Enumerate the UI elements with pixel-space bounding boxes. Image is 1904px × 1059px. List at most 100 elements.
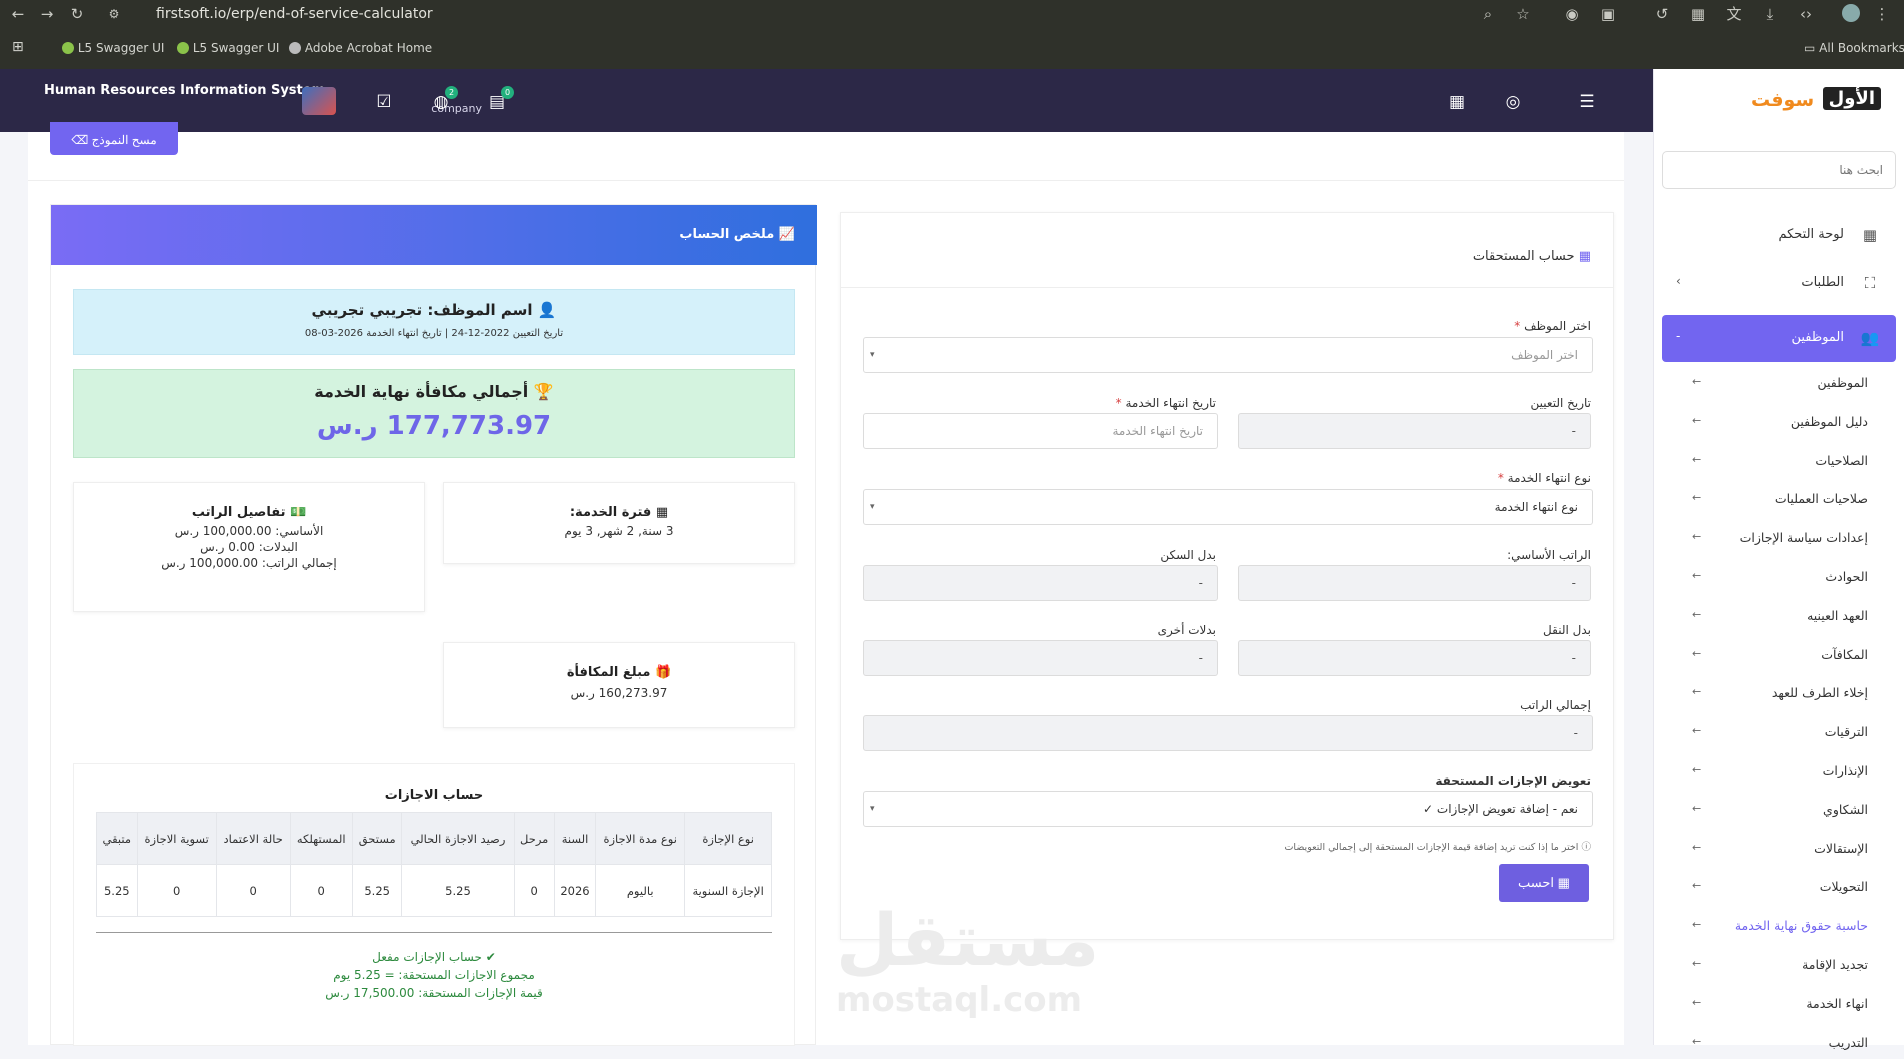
- service-period-title: ▦ فترة الخدمة:: [444, 505, 794, 520]
- service-period-title-text: فترة الخدمة:: [569, 505, 652, 520]
- submenu-item[interactable]: دليل الموظفين ←: [1662, 408, 1896, 438]
- submenu-item[interactable]: صلاحيات العمليات ←: [1662, 485, 1896, 515]
- employee-name-text: اسم الموظف: تجريبي تجريبي: [311, 301, 533, 319]
- chart-icon: 📈: [778, 227, 795, 242]
- submenu-item[interactable]: الترقيات ←: [1662, 718, 1896, 748]
- menu-dots-icon[interactable]: ⋮: [1872, 4, 1892, 24]
- submenu-item[interactable]: العهد العينيه ←: [1662, 602, 1896, 632]
- service-period-card: ▦ فترة الخدمة: 3 سنة, 2 شهر, 3 يوم: [443, 482, 795, 564]
- site-info-icon[interactable]: ⚙: [104, 4, 124, 24]
- zoom-icon[interactable]: ⌕: [1478, 4, 1498, 24]
- submenu-item[interactable]: التحويلات ←: [1662, 873, 1896, 903]
- submenu-item[interactable]: انهاء الخدمة ←: [1662, 990, 1896, 1020]
- total-salary-field[interactable]: -: [863, 715, 1593, 751]
- basic-salary-field[interactable]: -: [1238, 565, 1591, 601]
- sidebar-item-requests[interactable]: ⛶ الطلبات ›: [1662, 265, 1896, 301]
- checklist-icon[interactable]: ☑: [373, 91, 395, 113]
- employee-info-box: 👤 اسم الموظف: تجريبي تجريبي تاريخ التعيي…: [73, 289, 795, 355]
- extension-icon[interactable]: ◉: [1562, 4, 1582, 24]
- leave-compensation-select[interactable]: نعم - إضافة تعويض الإجازات ✓: [863, 791, 1593, 827]
- total-reward-box: 🏆 أجمالي مكافأة نهاية الخدمة 177,773.97 …: [73, 369, 795, 458]
- all-bookmarks[interactable]: ▭ All Bookmarks: [1804, 41, 1904, 55]
- arrow-left-icon: ←: [1692, 452, 1702, 466]
- globe-icon[interactable]: ◍ 2: [430, 86, 458, 113]
- summary-title: 📈 ملخص الحساب: [679, 227, 795, 242]
- calculation-form: ▦ حساب المستحقات اختر الموظف * اختر المو…: [840, 212, 1614, 940]
- back-icon[interactable]: ←: [8, 4, 28, 24]
- download-icon[interactable]: ⤓: [1760, 4, 1780, 24]
- column-header: نوع مدة الاجازة: [595, 812, 686, 865]
- calculator-icon[interactable]: ▦: [1446, 91, 1468, 113]
- basic-salary-label: الراتب الأساسي:: [1507, 548, 1591, 562]
- bookmark-swagger-1[interactable]: L5 Swagger UI: [58, 41, 164, 55]
- other-allowances-field[interactable]: -: [863, 640, 1218, 676]
- submenu-item[interactable]: الإستقالات ←: [1662, 835, 1896, 865]
- column-header: مرحل: [513, 812, 555, 865]
- company-logo: [302, 87, 336, 115]
- user-circle-icon[interactable]: ◎: [1502, 91, 1524, 113]
- chevron-icon: ›: [1676, 274, 1681, 288]
- table-cell: باليوم: [595, 864, 686, 917]
- info-icon: ⓘ: [1581, 842, 1591, 853]
- profile-avatar[interactable]: [1842, 4, 1860, 22]
- sidebar-search-input[interactable]: [1662, 151, 1896, 189]
- history-icon[interactable]: ↺: [1652, 4, 1672, 24]
- trophy-icon: 🏆: [533, 382, 554, 401]
- submenu-item[interactable]: إعدادات سياسة الإجازات ←: [1662, 524, 1896, 554]
- submenu-item[interactable]: تجديد الإقامة ←: [1662, 951, 1896, 981]
- puzzle-icon[interactable]: ▣: [1598, 4, 1618, 24]
- submenu-item[interactable]: الصلاحيات ←: [1662, 447, 1896, 477]
- hire-date-field[interactable]: -: [1238, 413, 1591, 449]
- end-type-select[interactable]: نوع انتهاء الخدمة: [863, 489, 1593, 525]
- submenu-item[interactable]: الإنذارات ←: [1662, 757, 1896, 787]
- employee-name: 👤 اسم الموظف: تجريبي تجريبي: [74, 301, 794, 319]
- reset-form-button[interactable]: ⌫ مسح النموذج: [50, 122, 178, 155]
- url-text[interactable]: firstsoft.io/erp/end-of-service-calculat…: [156, 3, 433, 25]
- watermark-latin: mostaql.com: [836, 980, 1083, 1020]
- submenu-item[interactable]: الحوادث ←: [1662, 563, 1896, 593]
- translate-icon[interactable]: 文: [1724, 4, 1744, 24]
- reload-icon[interactable]: ↻: [67, 4, 87, 24]
- bookmark-acrobat[interactable]: Adobe Acrobat Home: [285, 41, 432, 55]
- submenu-item[interactable]: حاسبة حقوق نهاية الخدمة ←: [1662, 912, 1896, 942]
- apps-grid-icon[interactable]: ⊞: [12, 39, 24, 55]
- leave-table-body: الإجازة السنوية باليوم 2026 0 5.25 5.25 0 0 0 5.2…: [96, 864, 772, 917]
- divider: [96, 932, 772, 933]
- column-header: نوع الإجازة: [684, 812, 772, 865]
- bookmark-swagger-2[interactable]: L5 Swagger UI: [173, 41, 279, 55]
- reward-amount-title: 🎁 مبلغ المكافأة: [444, 665, 794, 680]
- table-cell: الإجازة السنوية: [684, 864, 772, 917]
- arrow-left-icon: ←: [1692, 607, 1702, 621]
- housing-allowance-field[interactable]: -: [863, 565, 1218, 601]
- submenu-item[interactable]: التدريب ←: [1662, 1029, 1896, 1059]
- tab-search-icon[interactable]: ▦: [1688, 4, 1708, 24]
- submenu-item-label: الإستقالات: [1814, 840, 1868, 856]
- leave-compensation-hint: ⓘ اختر ما إذا كنت تريد إضافة قيمة الإجاز…: [1284, 839, 1591, 853]
- form-title: ▦ حساب المستحقات: [1473, 249, 1591, 264]
- end-date-field[interactable]: تاريخ انتهاء الخدمة: [863, 413, 1218, 449]
- salary-total: إجمالي الراتب: 100,000.00 ر.س: [161, 556, 337, 570]
- submenu-item[interactable]: الشكاوي ←: [1662, 796, 1896, 826]
- sidebar-item-dashboard[interactable]: ▦ لوحة التحكم: [1662, 217, 1896, 253]
- summary-card: 📈 ملخص الحساب 👤 اسم الموظف: تجريبي تجريب…: [50, 204, 817, 1046]
- transport-allowance-field[interactable]: -: [1238, 640, 1591, 676]
- bookmark-star-icon[interactable]: ☆: [1513, 4, 1533, 24]
- chat-icon[interactable]: ▤ 0: [486, 86, 514, 113]
- forward-icon[interactable]: →: [37, 4, 57, 24]
- salary-allowances: البدلات: 0.00 ر.س: [200, 540, 298, 554]
- sidebar-toggle-icon[interactable]: ☰: [1576, 91, 1598, 113]
- sidebar: الأول سوفت ▦ لوحة التحكم ⛶ الطلبات › 👥 ا…: [1653, 69, 1904, 1050]
- sidebar-item-label: الطلبات: [1801, 275, 1844, 290]
- devtools-icon[interactable]: ‹›: [1796, 4, 1816, 24]
- top-header: Human Resources Information System compa…: [0, 69, 1653, 132]
- arrow-left-icon: ←: [1692, 763, 1702, 776]
- bookmark-label: L5 Swagger UI: [77, 41, 165, 55]
- sidebar-item-employees[interactable]: 👥 الموظفين -: [1662, 315, 1896, 362]
- salary-basic: الأساسي: 100,000.00 ر.س: [174, 524, 324, 538]
- employee-select[interactable]: اختر الموظف: [863, 337, 1593, 373]
- label-text: نوع انتهاء الخدمة: [1507, 471, 1591, 485]
- calculate-button[interactable]: ▦ احسب: [1499, 864, 1589, 902]
- submenu-item[interactable]: الموظفين ←: [1662, 369, 1896, 399]
- submenu-item[interactable]: إخلاء الطرف للعهد ←: [1662, 679, 1896, 709]
- submenu-item[interactable]: المكافآت ←: [1662, 641, 1896, 671]
